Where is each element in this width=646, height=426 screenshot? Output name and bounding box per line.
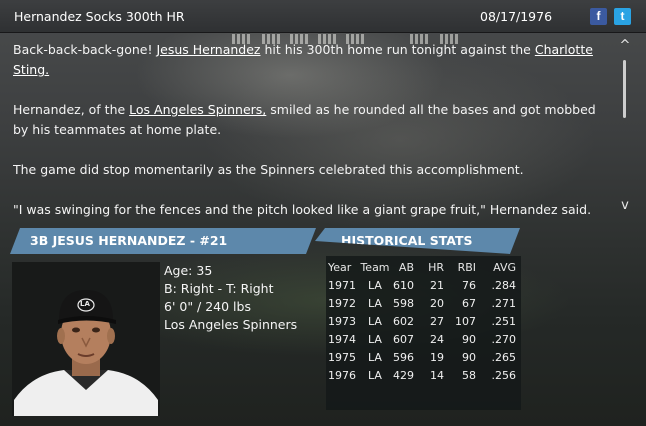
table-row: 1971 LA 610 21 76 .284 [328, 276, 516, 294]
table-row: 1973 LA 602 27 107 .251 [328, 312, 516, 330]
paragraph-text: Back-back-back-gone! [13, 42, 157, 57]
stats-banner: HISTORICAL STATS [315, 228, 520, 254]
cell-avg: .256 [491, 368, 517, 382]
cell-hr: 21 [430, 278, 444, 292]
col-header-rbi: RBI [457, 260, 476, 274]
player-banner: 3B JESUS HERNANDEZ - #21 [10, 228, 316, 254]
cell-ab: 596 [393, 350, 414, 364]
cell-hr: 27 [430, 314, 444, 328]
cell-ab: 610 [393, 278, 414, 292]
stats-header-row: Year Team AB HR RBI AVG [328, 258, 516, 276]
col-header-avg: AVG [493, 260, 516, 274]
col-header-team: Team [360, 260, 390, 274]
historical-stats-table: Year Team AB HR RBI AVG 1971 LA 610 21 7… [326, 256, 521, 410]
cell-rbi: 58 [462, 368, 476, 382]
col-header-hr: HR [428, 260, 444, 274]
player-portrait-icon [14, 290, 158, 416]
player-link[interactable]: Jesus Hernandez [156, 42, 260, 57]
cell-rbi: 76 [462, 278, 476, 292]
cell-year: 1971 [328, 278, 356, 292]
article-paragraph: Back-back-back-gone! Jesus Hernandez hit… [13, 40, 611, 80]
cell-team: LA [368, 332, 382, 346]
cell-avg: .284 [491, 278, 517, 292]
cell-hr: 24 [430, 332, 444, 346]
cell-hr: 20 [430, 296, 444, 310]
cell-hr: 14 [430, 368, 444, 382]
cell-rbi: 90 [462, 350, 476, 364]
cell-ab: 598 [393, 296, 414, 310]
cell-team: LA [368, 314, 382, 328]
col-header-ab: AB [398, 260, 414, 274]
cell-year: 1976 [328, 368, 356, 382]
cell-avg: .251 [491, 314, 517, 328]
cap-logo-text: LA [80, 300, 90, 308]
cell-team: LA [368, 278, 382, 292]
scrollbar-thumb[interactable] [623, 60, 626, 118]
facebook-share-button[interactable]: f [590, 8, 607, 25]
team-link[interactable]: Los Angeles Spinners, [129, 102, 266, 117]
article-paragraph: "I was swinging for the fences and the p… [13, 202, 592, 217]
cell-avg: .270 [491, 332, 517, 346]
cell-rbi: 90 [462, 332, 476, 346]
cell-avg: .265 [491, 350, 517, 364]
cell-ab: 602 [393, 314, 414, 328]
table-row: 1974 LA 607 24 90 .270 [328, 330, 516, 348]
paragraph-text: hit his 300th home run tonight against t… [260, 42, 535, 57]
scroll-down-arrow-icon[interactable]: v [619, 198, 631, 213]
cell-ab: 429 [393, 368, 414, 382]
col-header-year: Year [328, 260, 352, 274]
cell-year: 1975 [328, 350, 356, 364]
cell-rbi: 67 [462, 296, 476, 310]
player-bio: Age: 35 B: Right - T: Right 6' 0" / 240 … [164, 262, 297, 334]
cell-team: LA [368, 368, 382, 382]
cell-team: LA [368, 350, 382, 364]
cell-team: LA [368, 296, 382, 310]
player-age: Age: 35 [164, 263, 213, 278]
twitter-share-button[interactable]: t [614, 8, 631, 25]
player-photo: LA [12, 262, 160, 416]
article-body: Back-back-back-gone! Jesus Hernandez hit… [13, 40, 611, 222]
scroll-up-arrow-icon[interactable]: ^ [619, 38, 631, 53]
cell-year: 1974 [328, 332, 356, 346]
cell-hr: 19 [430, 350, 444, 364]
article-date: 08/17/1976 [480, 9, 553, 24]
cell-year: 1973 [328, 314, 356, 328]
headline: Hernandez Socks 300th HR [14, 9, 185, 24]
table-row: 1976 LA 429 14 58 .256 [328, 366, 516, 384]
player-team: Los Angeles Spinners [164, 317, 298, 332]
cell-ab: 607 [393, 332, 414, 346]
paragraph-text: Hernandez, of the [13, 102, 130, 117]
cell-rbi: 107 [455, 314, 476, 328]
news-header: Hernandez Socks 300th HR 08/17/1976 f t [0, 0, 646, 33]
player-height-weight: 6' 0" / 240 lbs [164, 299, 251, 314]
article-paragraph: Hernandez, of the Los Angeles Spinners, … [13, 100, 611, 140]
table-row: 1972 LA 598 20 67 .271 [328, 294, 516, 312]
table-row: 1975 LA 596 19 90 .265 [328, 348, 516, 366]
article-paragraph: The game did stop momentarily as the Spi… [13, 162, 524, 177]
player-bats-throws: B: Right - T: Right [164, 281, 274, 296]
cell-year: 1972 [328, 296, 356, 310]
cell-avg: .271 [491, 296, 517, 310]
